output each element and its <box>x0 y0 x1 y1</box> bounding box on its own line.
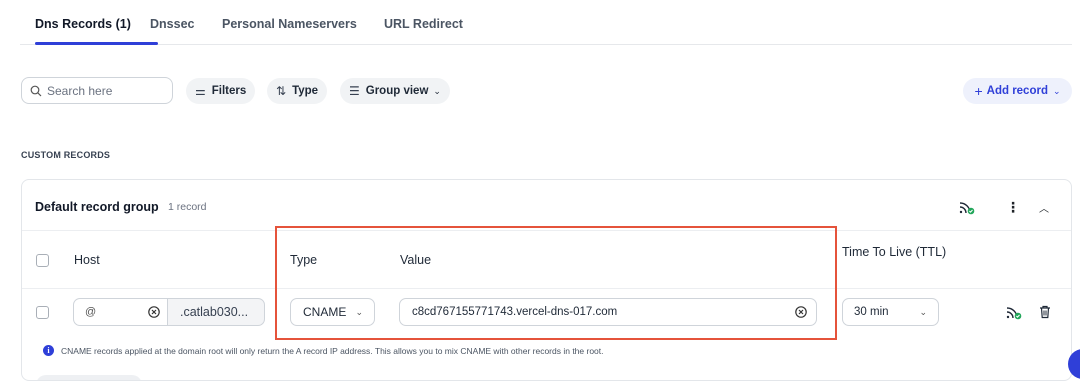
chevron-down-icon: ⌄ <box>433 85 441 96</box>
type-select[interactable]: CNAME ⌄ <box>290 298 375 326</box>
host-column-header: Host <box>74 253 100 267</box>
add-record-label: Add record <box>986 85 1048 97</box>
value-input[interactable]: c8cd767155771743.vercel-dns-017.com <box>399 298 817 326</box>
cname-info-text: CNAME records applied at the domain root… <box>61 345 604 356</box>
value-input-text: c8cd767155771743.vercel-dns-017.com <box>412 306 618 318</box>
search-icon <box>30 85 42 96</box>
host-suffix-value: .catlab030... <box>180 305 249 319</box>
cname-info-note: i CNAME records applied at the domain ro… <box>43 345 604 356</box>
divider <box>22 230 1071 231</box>
tab-dns-records[interactable]: Dns Records (1) <box>35 17 131 31</box>
divider <box>22 288 1071 289</box>
group-view-label: Group view <box>365 85 429 97</box>
chevron-up-icon[interactable]: ︿ <box>1034 197 1054 217</box>
chevron-down-icon: ⌄ <box>1052 85 1061 96</box>
search-input[interactable] <box>47 83 167 98</box>
list-icon: ☰ <box>349 84 360 98</box>
host-prefix-value: @ <box>85 306 97 318</box>
ttl-select[interactable]: 30 min ⌄ <box>842 298 939 326</box>
filters-button[interactable]: ⚌ Filters <box>186 78 256 104</box>
tab-url-redirect[interactable]: URL Redirect <box>384 17 463 31</box>
record-group-card: Default record group 1 record ⋮ ︿ Host T… <box>21 179 1072 381</box>
sort-icon: ⇅ <box>276 84 287 98</box>
type-sort-label: Type <box>292 85 319 97</box>
chevron-down-icon: ⌄ <box>919 307 927 317</box>
clear-icon[interactable] <box>147 305 161 322</box>
filters-label: Filters <box>211 85 247 97</box>
plus-icon: + <box>974 83 983 99</box>
type-sort-button[interactable]: ⇅ Type <box>267 78 328 104</box>
status-feed-icon[interactable] <box>957 197 977 217</box>
clear-icon[interactable] <box>794 305 808 322</box>
section-label: CUSTOM RECORDS <box>21 150 111 160</box>
delete-icon[interactable] <box>1036 303 1054 321</box>
group-title: Default record group <box>35 200 159 214</box>
add-record-button[interactable]: + Add record ⌄ <box>963 78 1072 104</box>
group-record-count: 1 record <box>168 201 207 213</box>
host-input[interactable]: @ <box>73 298 168 326</box>
value-column-header: Value <box>400 253 432 267</box>
chevron-down-icon: ⌄ <box>355 307 363 317</box>
filters-icon: ⚌ <box>195 84 206 98</box>
row-checkbox[interactable] <box>36 306 49 319</box>
tab-dnssec[interactable]: Dnssec <box>150 17 194 31</box>
ttl-column-header: Time To Live (TTL) <box>842 245 947 259</box>
ttl-select-value: 30 min <box>854 306 889 318</box>
type-column-header: Type <box>290 253 318 267</box>
partial-button[interactable] <box>36 375 142 380</box>
type-select-value: CNAME <box>303 305 347 319</box>
select-all-checkbox[interactable] <box>36 254 49 267</box>
host-domain-suffix: .catlab030... <box>167 298 265 326</box>
active-tab-indicator <box>35 42 158 45</box>
more-icon[interactable]: ⋮ <box>1003 197 1023 217</box>
tab-personal-nameservers[interactable]: Personal Nameservers <box>222 17 357 31</box>
tab-bar: Dns Records (1) Dnssec Personal Nameserv… <box>20 0 1072 45</box>
group-view-button[interactable]: ☰ Group view ⌄ <box>340 78 450 104</box>
search-box[interactable] <box>21 77 173 104</box>
info-icon: i <box>43 345 54 356</box>
status-feed-icon[interactable] <box>1005 303 1023 321</box>
